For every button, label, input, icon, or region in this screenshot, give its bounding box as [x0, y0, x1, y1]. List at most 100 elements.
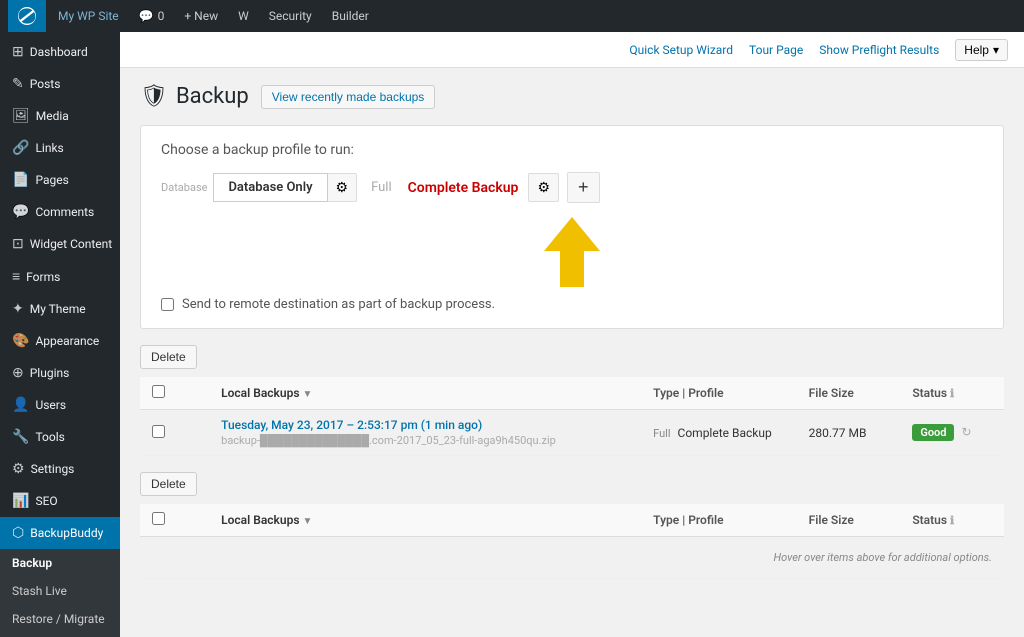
sidebar-item-posts[interactable]: ✎ Posts	[0, 68, 120, 100]
row-checkbox-1[interactable]	[152, 425, 165, 438]
status-badge-good: Good	[912, 424, 954, 441]
view-backups-button[interactable]: View recently made backups	[261, 85, 436, 109]
settings-icon: ⚙	[12, 461, 25, 477]
sidebar-item-widget-content[interactable]: ⊡ Widget Content	[0, 228, 120, 260]
submenu-item-restore[interactable]: Restore / Migrate	[0, 605, 120, 633]
show-preflight-link[interactable]: Show Preflight Results	[819, 43, 939, 57]
comments-icon: 💬	[12, 204, 29, 220]
type-name: Complete Backup	[678, 426, 772, 440]
delete-button-1[interactable]: Delete	[140, 345, 197, 369]
backup-table-2: Delete Local Backups ▼ Type | Profile	[140, 472, 1004, 579]
sidebar-item-media[interactable]: 🖼 Media	[0, 100, 120, 132]
col-type-header-2: Type | Profile	[641, 504, 797, 537]
hover-hint: Hover over items above for additional op…	[152, 545, 992, 570]
col-type-header-1: Type | Profile	[641, 377, 797, 410]
backups-table-1: Local Backups ▼ Type | Profile File Size…	[140, 377, 1004, 456]
status-info-icon-1[interactable]: ℹ	[950, 387, 954, 400]
refresh-icon[interactable]: ↻	[961, 425, 971, 439]
sidebar-item-settings[interactable]: ⚙ Settings	[0, 453, 120, 485]
sidebar-item-label: Pages	[35, 173, 68, 187]
main-content: Quick Setup Wizard Tour Page Show Prefli…	[120, 32, 1024, 637]
sidebar-item-label: Tools	[35, 430, 64, 444]
status-info-icon-2[interactable]: ℹ	[950, 514, 954, 527]
help-button[interactable]: Help ▾	[955, 39, 1008, 61]
sidebar-item-label: Forms	[26, 270, 60, 284]
top-toolbar: Quick Setup Wizard Tour Page Show Prefli…	[120, 32, 1024, 68]
media-icon: 🖼	[12, 108, 30, 124]
col-check-header-2	[140, 504, 209, 537]
quick-setup-wizard-link[interactable]: Quick Setup Wizard	[629, 43, 733, 57]
sidebar-item-seo[interactable]: 📊 SEO	[0, 485, 120, 517]
sidebar-item-label: Plugins	[30, 366, 70, 380]
page-title: 🛡 Backup	[140, 84, 249, 109]
delete-button-2[interactable]: Delete	[140, 472, 197, 496]
col-name-header-2[interactable]: Local Backups ▼	[209, 504, 641, 537]
complete-backup-tab[interactable]: Complete Backup	[398, 174, 529, 202]
sidebar-item-label: BackupBuddy	[30, 526, 103, 540]
widget-icon: ⊡	[12, 236, 24, 252]
database-prefix-label: Database	[161, 181, 207, 194]
table-row-empty: Hover over items above for additional op…	[140, 537, 1004, 579]
profile-tabs: Database Database Only ⚙ Full Complete B…	[161, 172, 983, 203]
adminbar-comments[interactable]: 💬 0	[131, 0, 173, 32]
appearance-icon: 🎨	[12, 333, 29, 349]
tools-icon: 🔧	[12, 429, 29, 445]
add-profile-button[interactable]: +	[567, 172, 600, 203]
admin-bar: My WP Site 💬 0 + New W Security Builder	[0, 0, 1024, 32]
adminbar-new[interactable]: + New	[176, 0, 226, 32]
sidebar-item-users[interactable]: 👤 Users	[0, 389, 120, 421]
theme-icon: ✦	[12, 301, 24, 317]
col-name-header-1[interactable]: Local Backups ▼	[209, 377, 641, 410]
backup-table-1: Delete Local Backups ▼ Type | Profile	[140, 345, 1004, 456]
users-icon: 👤	[12, 397, 29, 413]
wp-logo[interactable]	[8, 0, 46, 32]
submenu-item-stash-live[interactable]: Stash Live	[0, 577, 120, 605]
submenu-item-remote-dest[interactable]: Remote Destinations	[0, 633, 120, 637]
adminbar-builder[interactable]: Builder	[324, 0, 377, 32]
col-size-header-1: File Size	[797, 377, 901, 410]
database-only-tab[interactable]: Database Only	[213, 173, 327, 202]
posts-icon: ✎	[12, 76, 24, 92]
tour-page-link[interactable]: Tour Page	[749, 43, 803, 57]
col-check-header	[140, 377, 209, 410]
sidebar-item-label: Dashboard	[30, 45, 88, 59]
table-row: Tuesday, May 23, 2017 – 2:53:17 pm (1 mi…	[140, 410, 1004, 456]
sidebar-item-label: Settings	[31, 462, 75, 476]
sidebar-item-pages[interactable]: 📄 Pages	[0, 164, 120, 196]
col-status-header-2: Status ℹ	[900, 504, 1004, 537]
backup-filename: backup-██████████████.com-2017_05_23-ful…	[221, 434, 629, 447]
adminbar-ithemes[interactable]: W	[230, 0, 257, 32]
submenu-item-backup[interactable]: Backup	[0, 549, 120, 577]
sidebar-item-label: Widget Content	[30, 237, 112, 251]
sidebar-item-comments[interactable]: 💬 Comments	[0, 196, 120, 228]
type-prefix: Full	[653, 427, 670, 440]
col-size-header-2: File Size	[797, 504, 901, 537]
sidebar-item-label: Appearance	[35, 334, 99, 348]
forms-icon: ≡	[12, 268, 20, 285]
profile-section-title: Choose a backup profile to run:	[161, 142, 983, 158]
sidebar-item-links[interactable]: 🔗 Links	[0, 132, 120, 164]
sidebar-item-plugins[interactable]: ⊕ Plugins	[0, 357, 120, 389]
sidebar-item-dashboard[interactable]: ⊞ Dashboard	[0, 36, 120, 68]
sidebar-item-forms[interactable]: ≡ Forms	[0, 260, 120, 293]
select-all-checkbox-2[interactable]	[152, 512, 165, 525]
send-remote-checkbox[interactable]	[161, 298, 174, 311]
sidebar-item-tools[interactable]: 🔧 Tools	[0, 421, 120, 453]
sidebar-item-backupbuddy[interactable]: ⬡ BackupBuddy	[0, 517, 120, 549]
database-settings-gear[interactable]: ⚙	[327, 173, 358, 202]
backup-name-cell: Tuesday, May 23, 2017 – 2:53:17 pm (1 mi…	[209, 410, 641, 456]
submenu: Backup Stash Live Restore / Migrate Remo…	[0, 549, 120, 637]
complete-settings-gear[interactable]: ⚙	[528, 173, 559, 202]
col-status-header-1: Status ℹ	[900, 377, 1004, 410]
arrow-indicator	[161, 217, 983, 287]
adminbar-site-name[interactable]: My WP Site	[50, 0, 127, 32]
sidebar-item-label: Comments	[35, 205, 94, 219]
backupbuddy-icon: ⬡	[12, 525, 24, 541]
adminbar-security[interactable]: Security	[261, 0, 320, 32]
links-icon: 🔗	[12, 140, 29, 156]
sidebar-item-appearance[interactable]: 🎨 Appearance	[0, 325, 120, 357]
chevron-down-icon: ▾	[993, 43, 999, 57]
select-all-checkbox-1[interactable]	[152, 385, 165, 398]
dashboard-icon: ⊞	[12, 44, 24, 60]
sidebar-item-my-theme[interactable]: ✦ My Theme	[0, 293, 120, 325]
